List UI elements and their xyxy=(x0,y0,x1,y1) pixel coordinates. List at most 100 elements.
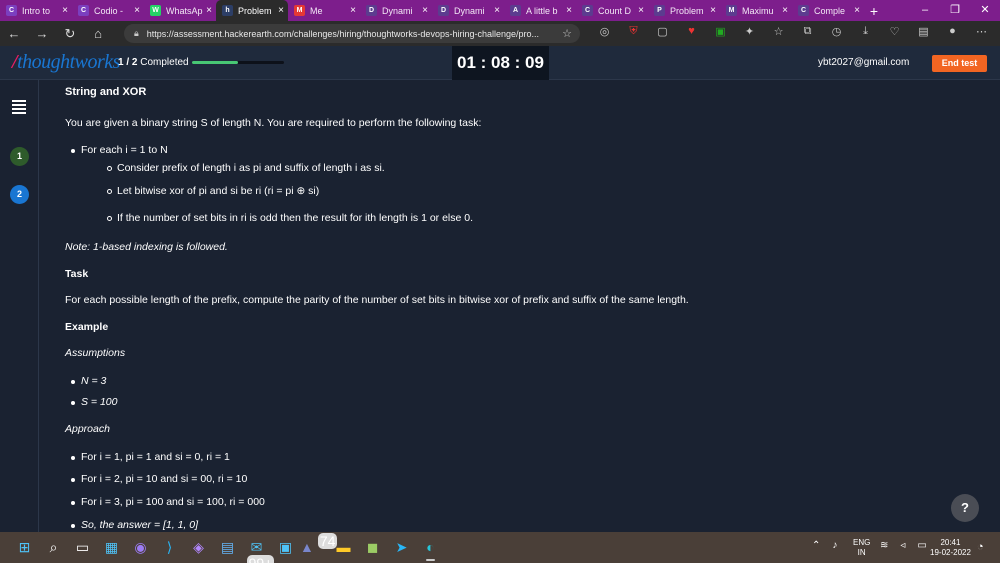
tray-chevron-icon[interactable]: ⌃ xyxy=(812,540,820,551)
tab-close-icon[interactable]: × xyxy=(782,5,788,16)
windows-start-icon[interactable]: ⊞ xyxy=(10,536,39,558)
language-indicator[interactable]: ENG IN xyxy=(853,538,870,558)
system-clock[interactable]: 20:41 19-02-2022 xyxy=(930,538,971,558)
tab-label: WhatsAp xyxy=(166,5,203,16)
battery-icon[interactable]: ▭ xyxy=(917,540,926,551)
widgets-icon[interactable]: ▦ xyxy=(97,536,126,558)
ublock-icon[interactable]: ⛨ xyxy=(619,25,648,38)
browser-tab[interactable]: D Dynami × xyxy=(432,0,504,21)
tab-close-icon[interactable]: × xyxy=(134,5,140,16)
shield-icon[interactable]: ♥ xyxy=(677,25,706,38)
extension-icon[interactable]: ◎ xyxy=(590,25,619,38)
approach-step-3: For i = 3, pi = 100 and si = 100, ri = 0… xyxy=(71,496,265,508)
history-icon[interactable]: ◷ xyxy=(822,25,851,38)
tab-favicon-icon: P xyxy=(654,5,665,16)
tab-close-icon[interactable]: × xyxy=(422,5,428,16)
browser-tab[interactable]: C Count D × xyxy=(576,0,648,21)
url-input[interactable]: 🔒︎ https://assessment.hackerearth.com/ch… xyxy=(124,24,580,43)
telegram-icon[interactable]: ➤ xyxy=(387,536,416,558)
visual-studio-icon[interactable]: ◈ xyxy=(184,536,213,558)
help-button[interactable]: ? xyxy=(951,494,979,522)
tab-favicon-icon: C xyxy=(6,5,17,16)
pocket-icon[interactable]: ▢ xyxy=(648,25,677,38)
browser-tab[interactable]: A A little b × xyxy=(504,0,576,21)
browser-tab[interactable]: C Intro to × xyxy=(0,0,72,21)
example-heading: Example xyxy=(65,321,109,333)
profile-avatar-icon[interactable]: ● xyxy=(938,25,967,38)
teams-icon[interactable]: ▲ 74 xyxy=(300,533,338,558)
collections-icon[interactable]: ⧉ xyxy=(793,25,822,38)
browser-tab[interactable]: D Dynami × xyxy=(360,0,432,21)
reload-icon[interactable]: ↻ xyxy=(56,26,84,42)
question-1-button[interactable]: 1 xyxy=(10,147,29,166)
tab-close-icon[interactable]: × xyxy=(710,5,716,16)
browser-tab[interactable]: C Comple × xyxy=(792,0,864,21)
search-icon[interactable]: ⌕ xyxy=(39,536,68,558)
home-icon[interactable]: ⌂ xyxy=(84,26,112,41)
counter-extension-icon[interactable]: ▣ xyxy=(706,25,735,38)
favorites-icon[interactable]: ☆ xyxy=(764,25,793,38)
puzzle-icon[interactable]: ✦ xyxy=(735,25,764,38)
tab-label: A little b xyxy=(526,5,558,16)
hamburger-menu-icon[interactable] xyxy=(12,100,26,116)
notification-icon[interactable]: ◔ xyxy=(977,541,984,553)
heart-icon[interactable]: ♡ xyxy=(880,25,909,38)
file-explorer-icon[interactable]: ▬ xyxy=(329,536,358,558)
volume-icon[interactable]: ◃ xyxy=(900,540,905,551)
progress-label: Completed xyxy=(140,57,189,68)
clock-time: 20:41 xyxy=(940,538,961,547)
browser-tab[interactable]: W WhatsAp × xyxy=(144,0,216,21)
close-window-icon[interactable]: ✕ xyxy=(970,0,1000,21)
tab-close-icon[interactable]: × xyxy=(350,5,356,16)
tab-close-icon[interactable]: × xyxy=(638,5,644,16)
mail-icon[interactable]: ✉99+ xyxy=(242,536,275,563)
sub-bullet-xor: Let bitwise xor of pi and si be ri (ri =… xyxy=(106,185,320,197)
problem-statement: String and XOR You are given a binary st… xyxy=(40,80,1000,532)
edge-browser-icon[interactable]: ◐ xyxy=(416,536,445,561)
tab-label: Count D xyxy=(598,5,632,16)
approach-step-2: For i = 2, pi = 10 and si = 00, ri = 10 xyxy=(70,473,248,485)
tab-close-icon[interactable]: × xyxy=(62,5,68,16)
browser-tab[interactable]: M Me × xyxy=(288,0,360,21)
tab-close-icon[interactable]: × xyxy=(494,5,500,16)
tab-label: Dynami xyxy=(454,5,485,16)
download-icon[interactable]: ⤓ xyxy=(851,25,880,38)
tab-close-icon[interactable]: × xyxy=(854,5,860,16)
back-icon[interactable]: ← xyxy=(0,26,28,41)
extension-icons: ◎ ⛨ ▢ ♥ ▣ ✦ ☆ ⧉ ◷ ⤓ ♡ ▤ ● ⋯ xyxy=(590,25,996,38)
progress-text: 1 / 2 Completed xyxy=(118,57,189,68)
new-tab-icon[interactable]: + xyxy=(864,3,884,19)
restore-icon[interactable]: ❐ xyxy=(940,0,970,21)
forward-icon[interactable]: → xyxy=(28,26,56,41)
browser-tab[interactable]: h Problem × xyxy=(216,0,288,21)
browser-tab[interactable]: C Codio - × xyxy=(72,0,144,21)
tab-close-icon[interactable]: × xyxy=(278,5,284,16)
browser-tab[interactable]: P Problem × xyxy=(648,0,720,21)
tab-label: Problem xyxy=(670,5,704,16)
store-icon[interactable]: ▣ xyxy=(271,536,300,558)
chat-icon[interactable]: ◉ xyxy=(126,536,155,558)
tab-label: Dynami xyxy=(382,5,413,16)
end-test-button[interactable]: End test xyxy=(932,55,987,72)
wifi-icon[interactable]: ≋ xyxy=(880,540,888,551)
address-bar: ← → ↻ ⌂ 🔒︎ https://assessment.hackereart… xyxy=(0,21,1000,46)
minimize-icon[interactable]: – xyxy=(910,0,940,21)
favorite-star-icon[interactable]: ☆ xyxy=(562,27,572,40)
question-2-button[interactable]: 2 xyxy=(10,185,29,204)
tab-close-icon[interactable]: × xyxy=(206,5,212,16)
url-text: https://assessment.hackerearth.com/chall… xyxy=(146,28,539,39)
task-view-icon[interactable]: ▭ xyxy=(68,536,97,558)
wallet-icon[interactable]: ▤ xyxy=(909,25,938,38)
pycharm-icon[interactable]: ◼ xyxy=(358,536,387,558)
bullet-for-each: For each i = 1 to N xyxy=(71,144,168,156)
approach-step-1: For i = 1, pi = 1 and si = 0, ri = 1 xyxy=(71,451,230,463)
approach-heading: Approach xyxy=(65,423,110,435)
notepad-icon[interactable]: ▤ xyxy=(213,536,242,558)
vscode-icon[interactable]: ⟩ xyxy=(155,536,184,558)
more-menu-icon[interactable]: ⋯ xyxy=(967,25,996,38)
microphone-icon[interactable]: ♪ xyxy=(832,540,837,551)
tab-close-icon[interactable]: × xyxy=(566,5,572,16)
tab-label: Intro to xyxy=(22,5,51,16)
assumption-n: N = 3 xyxy=(70,375,107,387)
browser-tab[interactable]: M Maximu × xyxy=(720,0,792,21)
